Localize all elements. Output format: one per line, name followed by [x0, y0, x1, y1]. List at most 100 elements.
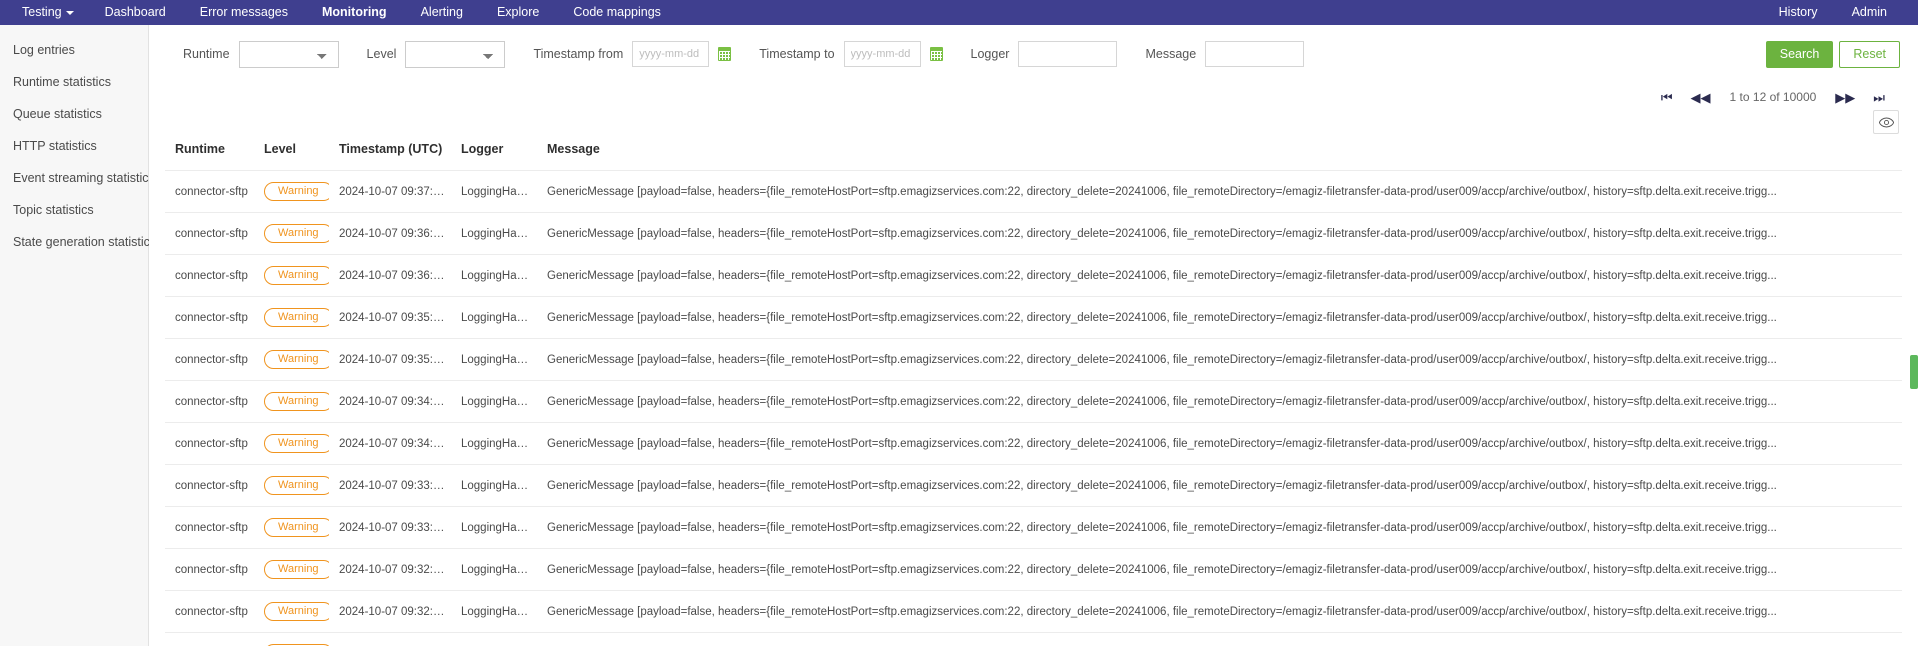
table-row[interactable]: connector-sftp Warning 2024-10-07 09:35:19… — [165, 338, 1902, 381]
cell-runtime: connector-sftp — [165, 506, 254, 549]
nav-item-admin[interactable]: Admin — [1835, 0, 1904, 25]
cell-message: GenericMessage [payload=false, headers={… — [537, 548, 1902, 591]
nav-item-explore-label: Explore — [496, 5, 540, 19]
timestamp-from-input[interactable] — [632, 41, 710, 67]
cell-logger: LoggingHandler — [451, 590, 537, 633]
table-toolbar — [149, 110, 1918, 136]
timestamp-to-input[interactable] — [843, 41, 921, 67]
cell-runtime: connector-sftp — [165, 170, 254, 213]
column-header-runtime[interactable]: Runtime — [165, 136, 254, 171]
nav-item-admin-label: Admin — [1851, 5, 1887, 19]
table-row[interactable]: connector-sftp Warning 2024-10-07 09:36:50… — [165, 212, 1902, 255]
cell-message: GenericMessage [payload=false, headers={… — [537, 212, 1902, 255]
sidebar-item-runtime-statistics[interactable]: Runtime statistics — [0, 66, 148, 98]
search-button[interactable]: Search — [1765, 40, 1834, 68]
cell-runtime: connector-sftp — [165, 464, 254, 507]
sidebar-item-state-generation-statistics[interactable]: State generation statistics — [0, 226, 156, 258]
table-row[interactable]: connector-sftp Warning 2024-10-07 09:34:19… — [165, 422, 1902, 465]
scroll-indicator[interactable] — [1910, 355, 1918, 389]
message-input[interactable] — [1205, 41, 1305, 67]
pagination-prev-button[interactable]: ◀◀ — [1682, 91, 1720, 104]
cell-runtime: connector-sftp — [165, 212, 254, 255]
table-header: Runtime Level Timestamp (UTC) Logger Mes… — [165, 136, 1902, 171]
status-badge: Warning — [264, 350, 329, 369]
filter-bar: Runtime Level Timestamp from Timestamp t… — [149, 25, 1918, 81]
sidebar-item-http-statistics[interactable]: HTTP statistics — [0, 130, 148, 162]
nav-item-monitoring-label: Monitoring — [322, 5, 387, 19]
top-nav-right-group: History Admin — [1762, 0, 1904, 25]
sidebar-item-http-statistics-label: HTTP statistics — [13, 139, 97, 153]
pagination-first-button[interactable]: ⏮ — [1652, 91, 1682, 104]
table-row[interactable]: connector-sftpWarning2024-10-07 09:31:49… — [165, 632, 1902, 646]
column-header-logger[interactable]: Logger — [451, 136, 537, 171]
log-entries-table-container: Runtime Level Timestamp (UTC) Logger Mes… — [149, 136, 1918, 646]
nav-item-code-mappings-label: Code mappings — [573, 5, 661, 19]
column-header-message[interactable]: Message — [537, 136, 1902, 171]
nav-item-history-label: History — [1778, 5, 1818, 19]
column-header-level[interactable]: Level — [254, 136, 329, 171]
table-row[interactable]: connector-sftp Warning 2024-10-07 09:33:49… — [165, 464, 1902, 507]
table-row[interactable]: connector-sftp Warning 2024-10-07 09:37:20… — [165, 170, 1902, 213]
pagination-last-button[interactable]: ⏭ — [1864, 91, 1894, 104]
filter-group-runtime: Runtime — [183, 40, 339, 68]
cell-runtime: connector-sftp — [165, 338, 254, 381]
calendar-icon-to[interactable] — [929, 47, 943, 61]
eye-icon — [1878, 117, 1894, 127]
cell-logger: LoggingHandler — [451, 422, 537, 465]
calendar-icon-from[interactable] — [718, 47, 732, 61]
table-row[interactable]: connector-sftp Warning 2024-10-07 09:32:49… — [165, 548, 1902, 591]
runtime-select[interactable] — [238, 40, 339, 68]
table-row[interactable]: connector-sftp Warning 2024-10-07 09:36:19… — [165, 254, 1902, 297]
sidebar-item-topic-statistics[interactable]: Topic statistics — [0, 194, 148, 226]
cell-timestamp: 2024-10-07 09:31:49.709 — [329, 632, 451, 646]
main-content: Runtime Level Timestamp from Timestamp t… — [149, 25, 1918, 646]
nav-item-testing[interactable]: Testing — [14, 0, 88, 25]
cell-level: Warning — [254, 590, 329, 633]
table-row[interactable]: connector-sftp Warning 2024-10-07 09:33:19… — [165, 506, 1902, 549]
eye-icon-button[interactable] — [1873, 110, 1899, 134]
cell-logger: LoggingHandler — [451, 254, 537, 297]
cell-level: Warning — [254, 338, 329, 381]
status-badge: Warning — [264, 182, 329, 201]
table-body: connector-sftp Warning 2024-10-07 09:37:20… — [165, 170, 1902, 646]
sidebar-item-event-streaming-statistics[interactable]: Event streaming statistics — [0, 162, 155, 194]
cell-level: Warning — [254, 254, 329, 297]
table-row[interactable]: connector-sftp Warning 2024-10-07 09:35:49… — [165, 296, 1902, 339]
reset-button[interactable]: Reset — [1839, 40, 1900, 68]
status-badge: Warning — [264, 392, 329, 411]
cell-logger: LoggingHandler — [451, 464, 537, 507]
cell-logger: LoggingHandler — [451, 632, 537, 646]
sidebar-item-queue-statistics[interactable]: Queue statistics — [0, 98, 148, 130]
filter-group-timestamp-to: Timestamp to — [759, 41, 943, 67]
top-navigation-bar: Testing Dashboard Error messages Monitor… — [0, 0, 1918, 25]
level-select[interactable] — [405, 40, 506, 68]
cell-level: Warning — [254, 212, 329, 255]
nav-item-monitoring[interactable]: Monitoring — [305, 0, 404, 25]
table-row[interactable]: connector-sftp Warning 2024-10-07 09:34:49… — [165, 380, 1902, 423]
nav-item-dashboard[interactable]: Dashboard — [88, 0, 183, 25]
cell-runtime: connector-sftp — [165, 422, 254, 465]
cell-message: GenericMessage [payload=false, headers={… — [537, 422, 1902, 465]
cell-runtime: connector-sftp — [165, 590, 254, 633]
sidebar-item-log-entries[interactable]: Log entries — [0, 34, 148, 66]
nav-item-explore[interactable]: Explore — [480, 0, 556, 25]
table-row[interactable]: connector-sftp Warning 2024-10-07 09:32:19… — [165, 590, 1902, 633]
cell-timestamp: 2024-10-07 09:36:50.023 — [329, 212, 451, 255]
nav-item-testing-label: Testing — [22, 5, 62, 19]
pagination-next-button[interactable]: ▶▶ — [1826, 91, 1864, 104]
nav-item-code-mappings[interactable]: Code mappings — [556, 0, 678, 25]
chevron-down-icon — [65, 10, 74, 15]
cell-level: Warning — [254, 464, 329, 507]
nav-item-error-messages-label: Error messages — [199, 5, 288, 19]
sidebar: Log entries Runtime statistics Queue sta… — [0, 25, 156, 646]
message-filter-label: Message — [1145, 47, 1197, 61]
nav-item-alerting-label: Alerting — [420, 5, 463, 19]
nav-item-alerting[interactable]: Alerting — [404, 0, 480, 25]
column-header-timestamp[interactable]: Timestamp (UTC) — [329, 136, 451, 171]
nav-item-history[interactable]: History — [1762, 0, 1835, 25]
sidebar-item-state-generation-statistics-label: State generation statistics — [13, 235, 157, 249]
nav-item-error-messages[interactable]: Error messages — [183, 0, 305, 25]
runtime-filter-label: Runtime — [183, 47, 230, 61]
cell-timestamp: 2024-10-07 09:33:49.837 — [329, 464, 451, 507]
logger-input[interactable] — [1018, 41, 1118, 67]
